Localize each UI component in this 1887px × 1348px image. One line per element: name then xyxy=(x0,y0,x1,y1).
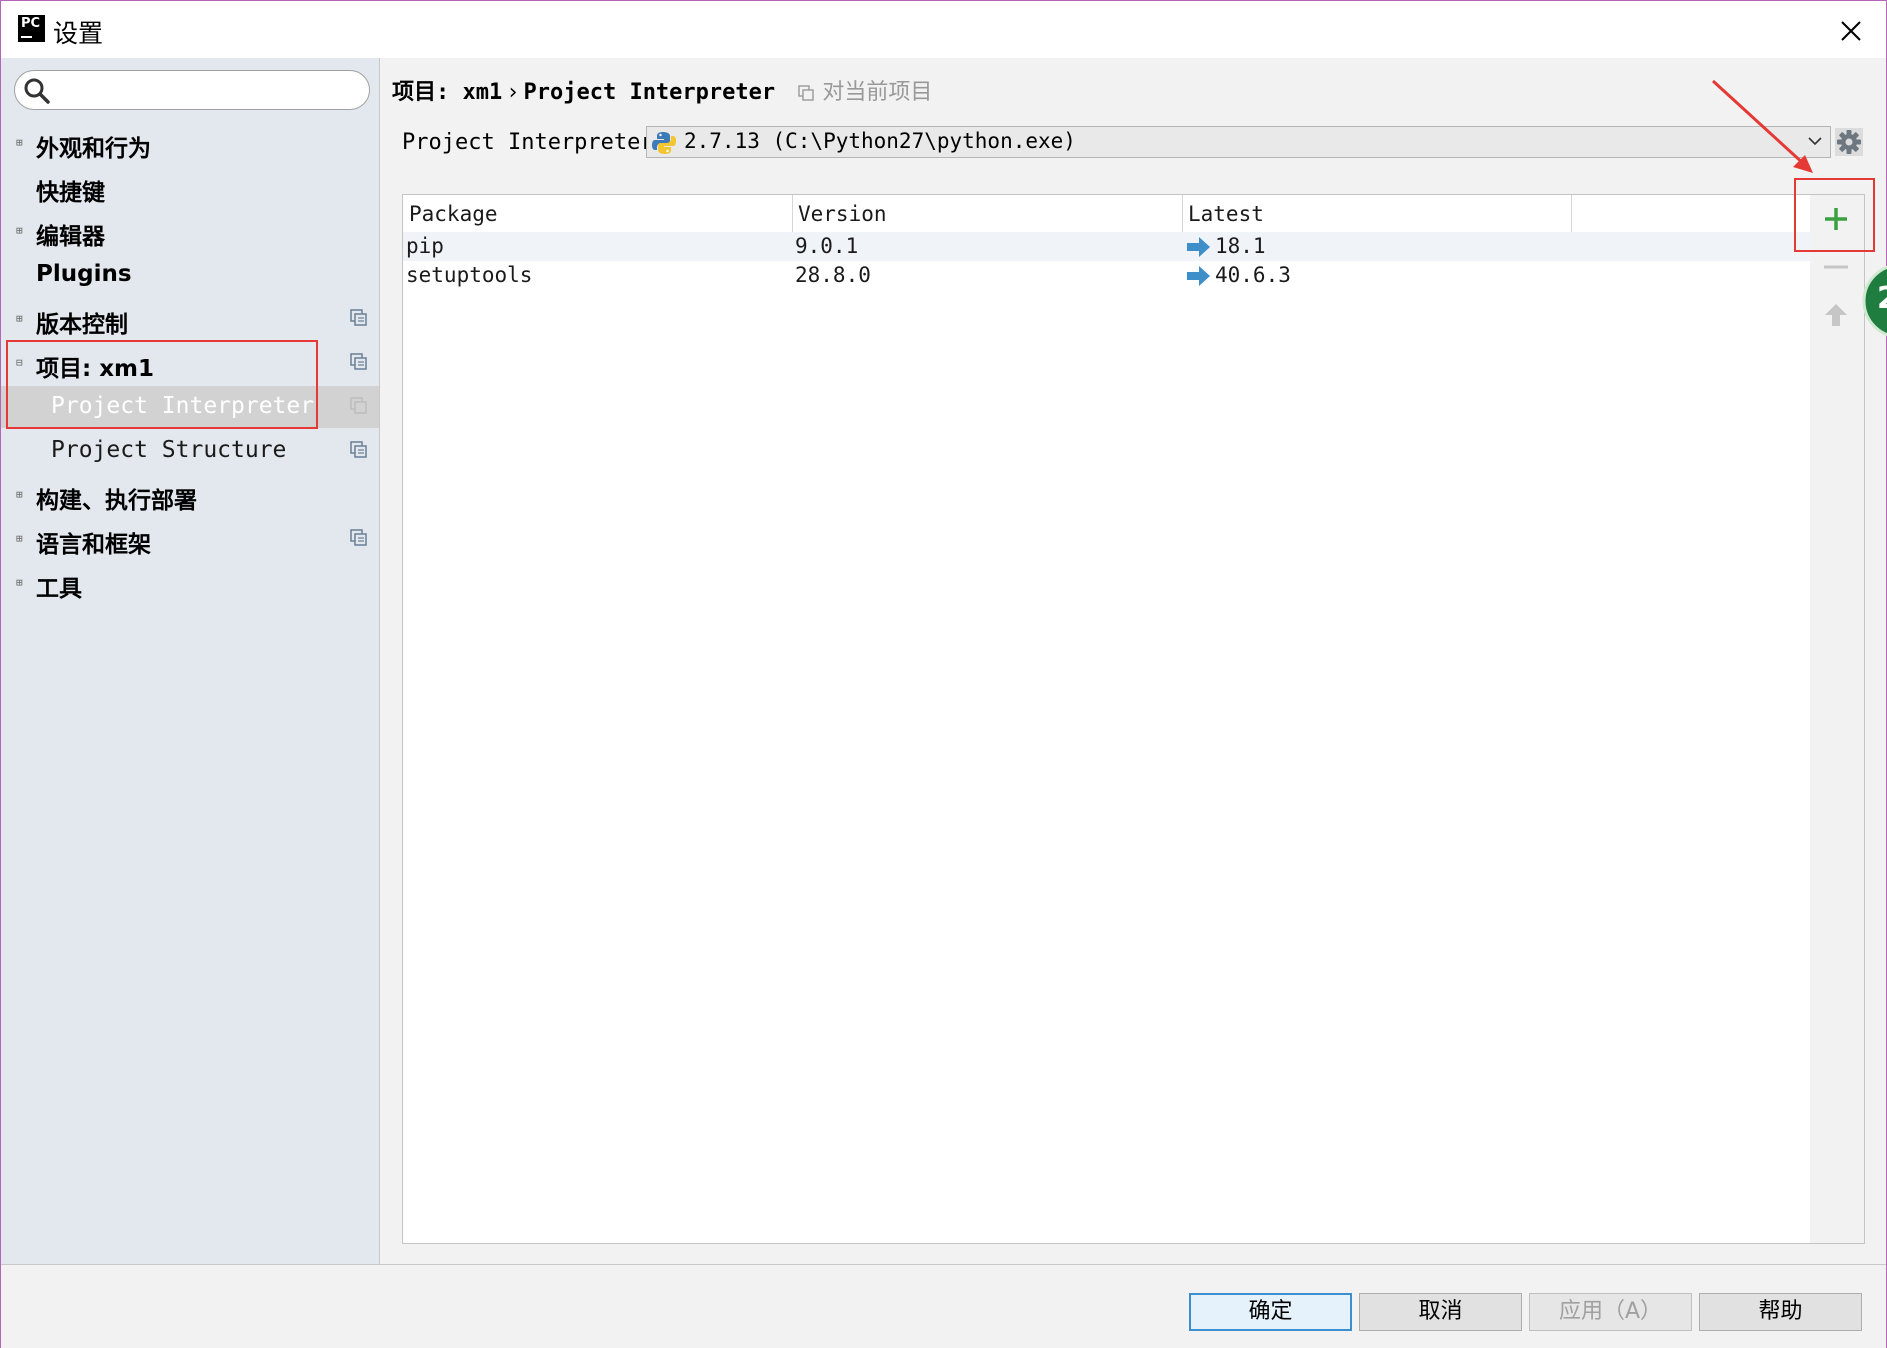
package-name: setuptools xyxy=(406,263,533,287)
breadcrumb: 项目: xm1 › Project Interpreter 对当前项目 xyxy=(392,74,932,106)
sidebar-item-tools[interactable]: ⊞ 工具 xyxy=(1,562,379,604)
expand-icon[interactable]: ⊞ xyxy=(16,225,23,236)
window-title: 设置 xyxy=(53,19,104,48)
expand-icon[interactable]: ⊞ xyxy=(16,137,23,148)
annotation-highlight-box xyxy=(6,340,318,429)
settings-sidebar: ⊞ 外观和行为 快捷键 ⊞ 编辑器 Plugins ⊞ 版本控制 ⊟ 项目: x… xyxy=(1,58,380,1264)
project-scope-icon xyxy=(350,529,367,546)
column-header-version[interactable]: Version xyxy=(798,202,887,226)
app-icon-text: PC xyxy=(21,16,41,31)
package-name: pip xyxy=(406,234,444,258)
search-field[interactable] xyxy=(14,70,370,110)
help-button[interactable]: 帮助 xyxy=(1699,1293,1862,1331)
sidebar-item-label: 语言和框架 xyxy=(36,532,151,558)
annotation-highlight-box xyxy=(1794,178,1875,252)
sidebar-item-label: 构建、执行部署 xyxy=(36,488,197,514)
packages-toolbar xyxy=(1810,194,1865,1244)
expand-icon[interactable]: ⊞ xyxy=(16,489,23,500)
settings-window: PC 设置 ⊞ 外观和行为 快捷键 ⊞ 编辑器 Plugins ⊞ 版本控制 ⊟… xyxy=(0,0,1887,1348)
main-panel: 项目: xm1 › Project Interpreter 对当前项目 Projec… xyxy=(380,58,1886,1264)
close-icon[interactable] xyxy=(1833,13,1869,49)
expand-icon[interactable]: ⊞ xyxy=(16,577,23,588)
table-row[interactable]: pip 9.0.1 18.1 xyxy=(403,232,1811,261)
interpreter-select[interactable]: 2.7.13 (C:\Python27\python.exe) xyxy=(646,126,1831,158)
package-version: 9.0.1 xyxy=(795,234,859,258)
sidebar-item-version-control[interactable]: ⊞ 版本控制 xyxy=(1,298,379,340)
packages-table: Package Version Latest pip 9.0.1 18.1 se… xyxy=(402,194,1812,1244)
dialog-footer: 确定 取消 应用（A） 帮助 xyxy=(1,1264,1886,1348)
expand-icon[interactable]: ⊞ xyxy=(16,533,23,544)
breadcrumb-page: Project Interpreter xyxy=(523,80,776,105)
pycharm-logo-icon: PC xyxy=(18,15,45,42)
title-bar: PC 设置 xyxy=(1,1,1886,58)
cancel-button[interactable]: 取消 xyxy=(1359,1293,1522,1331)
project-scope-icon xyxy=(350,309,367,326)
search-icon xyxy=(24,78,50,104)
sidebar-item-plugins[interactable]: Plugins xyxy=(1,254,379,296)
sidebar-item-label: Project Structure xyxy=(51,437,287,463)
project-scope-icon xyxy=(350,353,367,370)
sidebar-item-label: 编辑器 xyxy=(36,224,105,250)
sidebar-item-label: 工具 xyxy=(36,576,82,602)
sidebar-item-keymap[interactable]: 快捷键 xyxy=(1,166,379,208)
column-header-package[interactable]: Package xyxy=(409,202,498,226)
package-latest: 40.6.3 xyxy=(1215,263,1291,287)
sidebar-item-editor[interactable]: ⊞ 编辑器 xyxy=(1,210,379,252)
scope-label: 对当前项目 xyxy=(822,80,933,105)
interpreter-label: Project Interpreter: xyxy=(402,130,667,155)
sidebar-item-appearance[interactable]: ⊞ 外观和行为 xyxy=(1,122,379,164)
sidebar-item-label: 快捷键 xyxy=(36,180,105,206)
project-scope-icon xyxy=(350,441,367,458)
annotation-arrow-icon xyxy=(1711,79,1813,173)
project-scope-icon xyxy=(350,397,367,414)
interpreter-value: 2.7.13 (C:\Python27\python.exe) xyxy=(684,129,1076,153)
sidebar-item-label: 外观和行为 xyxy=(36,136,151,162)
breadcrumb-project[interactable]: 项目: xm1 xyxy=(392,80,502,105)
search-input[interactable] xyxy=(59,76,363,104)
python-icon xyxy=(652,132,676,154)
project-scope-icon xyxy=(798,85,815,101)
table-header: Package Version Latest xyxy=(403,195,1811,232)
package-version: 28.8.0 xyxy=(795,263,871,287)
sidebar-item-label: 版本控制 xyxy=(36,312,128,338)
upgrade-arrow-icon xyxy=(1187,237,1210,257)
upgrade-arrow-icon xyxy=(1187,266,1210,286)
package-latest: 18.1 xyxy=(1215,234,1266,258)
sidebar-item-project-structure[interactable]: Project Structure xyxy=(1,430,379,472)
table-row[interactable]: setuptools 28.8.0 40.6.3 xyxy=(403,261,1811,290)
apply-button[interactable]: 应用（A） xyxy=(1529,1293,1692,1331)
minus-icon[interactable] xyxy=(1822,253,1850,281)
column-header-latest[interactable]: Latest xyxy=(1188,202,1264,226)
gear-icon[interactable] xyxy=(1835,128,1863,156)
sidebar-item-label: Plugins xyxy=(36,261,132,287)
badge-text: 2 xyxy=(1877,281,1887,316)
sidebar-item-build-execution-deployment[interactable]: ⊞ 构建、执行部署 xyxy=(1,474,379,516)
breadcrumb-separator: › xyxy=(506,80,520,105)
sidebar-item-languages-frameworks[interactable]: ⊞ 语言和框架 xyxy=(1,518,379,560)
expand-icon[interactable]: ⊞ xyxy=(16,313,23,324)
floating-badge: 2 xyxy=(1860,263,1887,339)
ok-button[interactable]: 确定 xyxy=(1189,1293,1352,1331)
arrow-up-icon[interactable] xyxy=(1822,301,1850,329)
